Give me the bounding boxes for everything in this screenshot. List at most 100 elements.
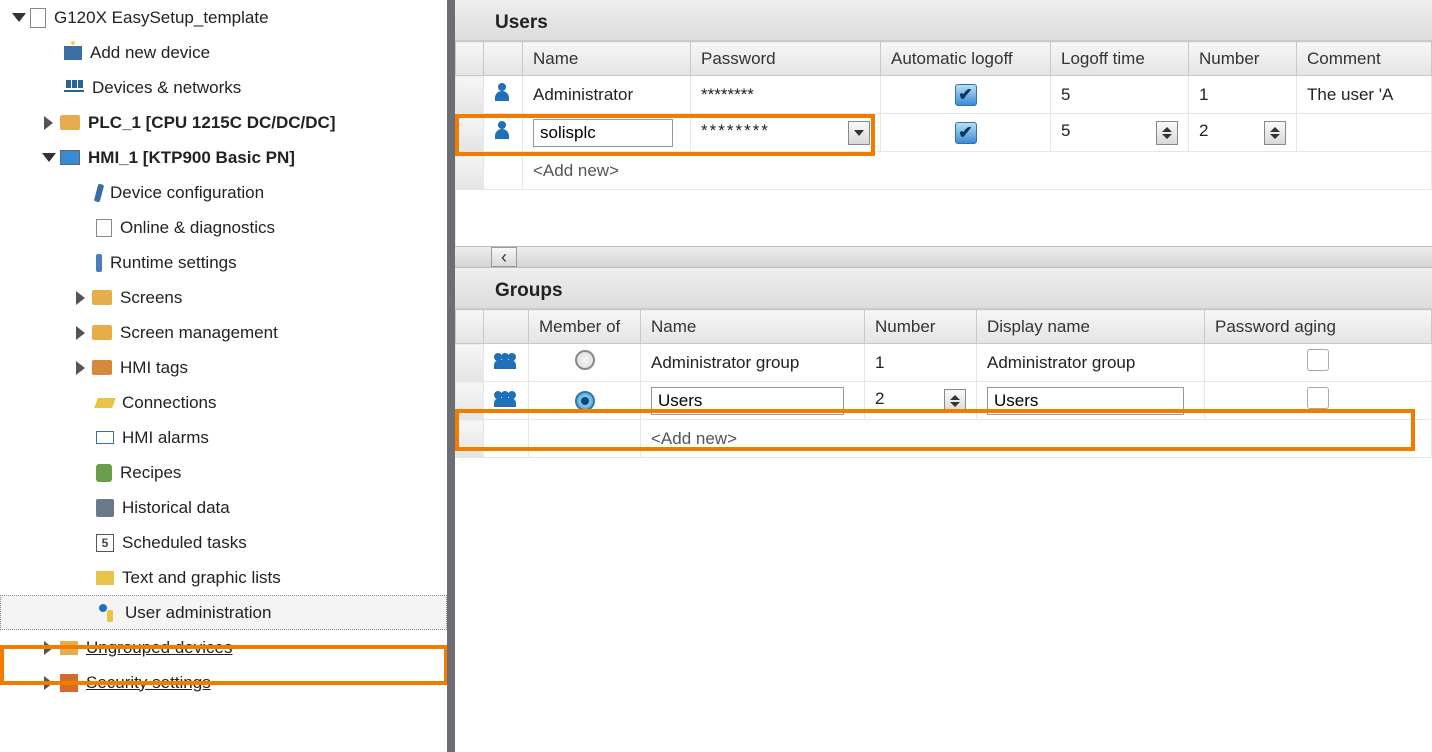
tree-recipes[interactable]: Recipes — [0, 455, 447, 490]
group-display[interactable]: Administrator group — [977, 344, 1205, 382]
logoff-time-spinner[interactable] — [1156, 121, 1178, 145]
tree-screen-mgmt[interactable]: Screen management — [0, 315, 447, 350]
member-radio[interactable] — [575, 391, 595, 411]
group-number[interactable]: 1 — [865, 344, 977, 382]
user-name[interactable]: Administrator — [523, 76, 691, 114]
user-logoff-time[interactable]: 5 — [1051, 76, 1189, 114]
tree-user-admin[interactable]: User administration — [0, 595, 447, 630]
tree-text-graphic[interactable]: Text and graphic lists — [0, 560, 447, 595]
expand-icon[interactable] — [74, 291, 88, 305]
aging-checkbox[interactable] — [1307, 387, 1329, 409]
group-icon — [494, 389, 518, 407]
expand-icon[interactable] — [42, 116, 56, 130]
col-password[interactable]: Password — [691, 42, 881, 76]
expand-icon[interactable] — [12, 11, 26, 25]
groups-title: Groups — [455, 268, 1432, 309]
user-add-new[interactable]: <Add new> — [456, 152, 1432, 190]
auto-logoff-checkbox[interactable]: ✔ — [955, 84, 977, 106]
col-member[interactable]: Member of — [529, 310, 641, 344]
add-device-icon — [64, 46, 82, 60]
tree-label: Device configuration — [110, 183, 264, 203]
group-display-input[interactable] — [977, 382, 1205, 420]
tree-plc[interactable]: PLC_1 [CPU 1215C DC/DC/DC] — [0, 105, 447, 140]
user-row[interactable]: Administrator ******** ✔ 5 1 The user 'A — [456, 76, 1432, 114]
user-name-input[interactable] — [523, 114, 691, 152]
users-header-row: Name Password Automatic logoff Logoff ti… — [456, 42, 1432, 76]
group-number-cell[interactable]: 2 — [865, 382, 977, 420]
group-add-new[interactable]: <Add new> — [456, 420, 1432, 458]
scroll-left-button[interactable] — [491, 247, 517, 267]
user-logoff-time-cell[interactable]: 5 — [1051, 114, 1189, 152]
expand-icon[interactable] — [74, 326, 88, 340]
group-row[interactable]: 2 — [456, 382, 1432, 420]
tree-project-root[interactable]: G120X EasySetup_template — [0, 0, 447, 35]
add-new-label[interactable]: <Add new> — [523, 152, 1432, 190]
col-name[interactable]: Name — [523, 42, 691, 76]
group-name[interactable]: Administrator group — [641, 344, 865, 382]
add-new-label[interactable]: <Add new> — [641, 420, 1432, 458]
tree-label: Screens — [120, 288, 182, 308]
expand-icon[interactable] — [42, 641, 56, 655]
user-comment[interactable]: The user 'A — [1297, 76, 1432, 114]
expand-icon[interactable] — [42, 151, 56, 165]
col-logofftime[interactable]: Logoff time — [1051, 42, 1189, 76]
user-number: 2 — [1199, 121, 1208, 140]
schedule-icon: 5 — [96, 534, 114, 552]
folder-icon — [92, 325, 112, 340]
group-display-field[interactable] — [987, 387, 1184, 415]
group-number-spinner[interactable] — [944, 389, 966, 413]
hmi-icon — [60, 150, 80, 165]
member-radio[interactable] — [575, 350, 595, 370]
tree-device-config[interactable]: Device configuration — [0, 175, 447, 210]
tree-online-diag[interactable]: Online & diagnostics — [0, 210, 447, 245]
col-aging[interactable]: Password aging — [1205, 310, 1432, 344]
user-name-field[interactable] — [533, 119, 673, 147]
user-password[interactable]: ******** — [691, 76, 881, 114]
connection-icon — [94, 398, 116, 408]
col-display[interactable]: Display name — [977, 310, 1205, 344]
users-scrollbar[interactable] — [455, 246, 1432, 268]
users-section: Users Name Password Automatic logoff Log… — [455, 0, 1432, 268]
expand-icon[interactable] — [74, 361, 88, 375]
aging-checkbox[interactable] — [1307, 349, 1329, 371]
tree-hmi-alarms[interactable]: HMI alarms — [0, 420, 447, 455]
tree-connections[interactable]: Connections — [0, 385, 447, 420]
col-comment[interactable]: Comment — [1297, 42, 1432, 76]
tree-label: Online & diagnostics — [120, 218, 275, 238]
tree-scheduled[interactable]: 5 Scheduled tasks — [0, 525, 447, 560]
col-gname[interactable]: Name — [641, 310, 865, 344]
expand-icon[interactable] — [42, 676, 56, 690]
text-list-icon — [96, 571, 114, 585]
groups-table: Member of Name Number Display name Passw… — [455, 309, 1432, 458]
col-gnumber[interactable]: Number — [865, 310, 977, 344]
tree-add-device[interactable]: Add new device — [0, 35, 447, 70]
tree-ungrouped[interactable]: Ungrouped devices — [0, 630, 447, 665]
group-row[interactable]: Administrator group 1 Administrator grou… — [456, 344, 1432, 382]
user-number-cell[interactable]: 2 — [1189, 114, 1297, 152]
tree-hmi-tags[interactable]: HMI tags — [0, 350, 447, 385]
tree-screens[interactable]: Screens — [0, 280, 447, 315]
password-dropdown[interactable] — [848, 121, 870, 145]
tree-security[interactable]: Security settings — [0, 665, 447, 700]
group-name-field[interactable] — [651, 387, 844, 415]
group-icon — [494, 351, 518, 369]
col-number[interactable]: Number — [1189, 42, 1297, 76]
user-row[interactable]: ******** ✔ 5 2 — [456, 114, 1432, 152]
config-icon — [94, 183, 104, 202]
users-table: Name Password Automatic logoff Logoff ti… — [455, 41, 1432, 190]
number-spinner[interactable] — [1264, 121, 1286, 145]
group-name-input[interactable] — [641, 382, 865, 420]
user-icon — [494, 83, 512, 101]
tree-label: Devices & networks — [92, 78, 241, 98]
user-number[interactable]: 1 — [1189, 76, 1297, 114]
tree-devices-networks[interactable]: Devices & networks — [0, 70, 447, 105]
user-password-cell[interactable]: ******** — [691, 114, 881, 152]
col-autologoff[interactable]: Automatic logoff — [881, 42, 1051, 76]
user-comment[interactable] — [1297, 114, 1432, 152]
tree-runtime-settings[interactable]: Runtime settings — [0, 245, 447, 280]
auto-logoff-checkbox[interactable]: ✔ — [955, 122, 977, 144]
tree-hmi[interactable]: HMI_1 [KTP900 Basic PN] — [0, 140, 447, 175]
tree-label: Connections — [122, 393, 217, 413]
group-number: 2 — [875, 389, 884, 408]
tree-historical[interactable]: Historical data — [0, 490, 447, 525]
